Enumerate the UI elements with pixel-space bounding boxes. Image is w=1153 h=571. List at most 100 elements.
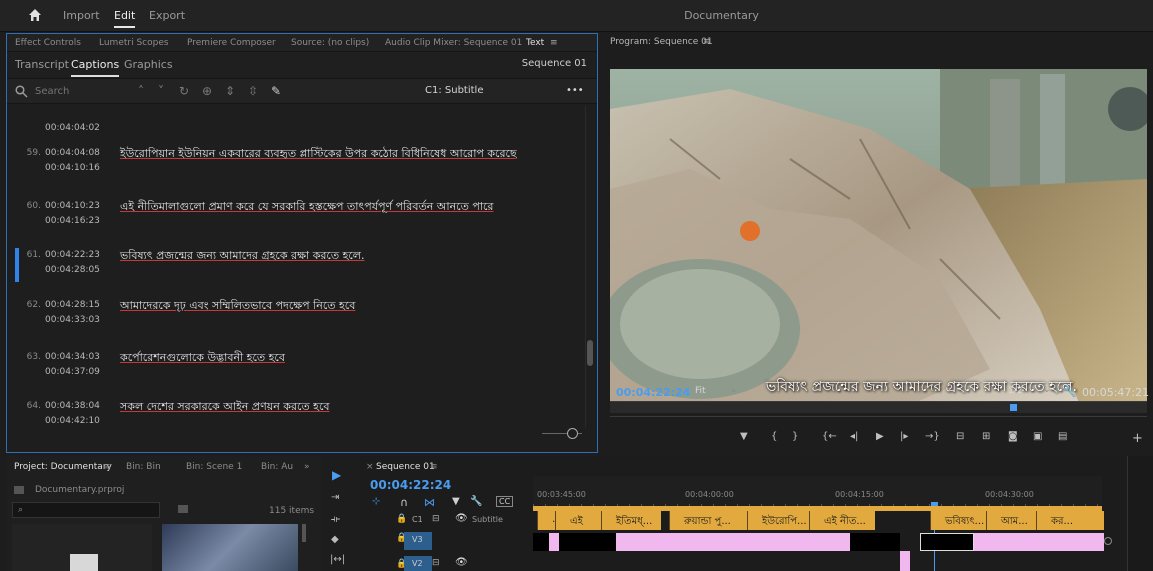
add-button-icon[interactable]: + [1132,431,1143,446]
tab-text[interactable]: Text [526,38,544,48]
caption-row-62[interactable]: 62. 00:04:28:15 00:04:33:03 আমাদেরকে দৃঢ… [7,294,585,338]
snap-icon[interactable]: ⊹ [372,496,380,507]
add-caption-icon[interactable]: ⊕ [200,84,214,98]
new-bin-icon[interactable] [178,505,188,513]
caption-text[interactable]: ইউরোপিয়ান ইউনিয়ন একবারের ব্যবহৃত প্লাস… [120,145,517,164]
magnet-icon[interactable]: ∩ [400,496,408,509]
mark-out-icon[interactable]: } [792,431,798,442]
tab-audio-clip-mixer[interactable]: Audio Clip Mixer: Sequence 01 [385,38,522,48]
caption-row-64[interactable]: 64. 00:04:38:04 00:04:42:10 সকল দেশের সর… [7,395,585,428]
caption-clip[interactable]: ইতিমধ্... [601,511,661,530]
caption-clip[interactable]: এই নীত... [809,511,875,530]
mark-in-icon[interactable]: { [771,431,777,442]
tab-bin-au[interactable]: Bin: Au [261,462,293,472]
timeline-timecode[interactable]: 00:04:22:24 [370,478,451,492]
step-forward-icon[interactable]: |▸ [900,431,908,442]
timeline-ruler[interactable]: 00:03:45:00 00:04:00:00 00:04:15:00 00:0… [533,476,1102,510]
lock-icon[interactable]: 🔒 [396,514,407,524]
lift-icon[interactable]: ⊟ [956,431,964,442]
video-clip-v2[interactable] [900,551,910,571]
captions-scroll-track[interactable] [585,106,595,428]
tab-lumetri-scopes[interactable]: Lumetri Scopes [99,38,169,48]
go-to-in-icon[interactable]: {← [822,431,837,442]
panel-menu-icon[interactable]: ≡ [703,37,711,47]
razor-tool-icon[interactable]: ◆ [331,534,339,545]
tab-project[interactable]: Project: Documentary [14,462,112,472]
add-marker-icon[interactable]: ▼ [740,431,748,442]
tab-premiere-composer[interactable]: Premiere Composer [187,38,276,48]
track-v3-target[interactable]: V3 [404,532,432,550]
captions-icon[interactable]: CC [496,496,514,507]
camera-icon[interactable]: ◙ [1008,431,1018,442]
video-clip[interactable] [850,533,900,551]
merge-captions-icon[interactable]: ⇳ [246,84,260,98]
caption-clip[interactable]: ইউরোপি... [747,511,809,530]
program-scrub-bar[interactable] [610,401,1147,413]
tab-captions[interactable]: Captions [71,58,120,77]
timeline-zoom-handle[interactable] [1104,537,1112,545]
tab-effect-controls[interactable]: Effect Controls [15,38,81,48]
chevron-down-icon[interactable]: ⌄ [1043,385,1051,395]
caption-row-61-selected[interactable]: 61. 00:04:22:23 00:04:28:05 ভবিষ্যৎ প্রজ… [7,244,585,288]
panel-menu-icon[interactable]: ≡ [103,462,111,472]
chevron-down-icon[interactable]: ˅ [154,84,168,98]
video-clip[interactable] [616,533,850,551]
caption-clip[interactable]: আম... [986,511,1036,530]
caption-clip-selected[interactable]: ভবিষ্যৎ... [930,511,986,530]
program-playhead[interactable] [1010,404,1017,411]
captions-scrollbar-thumb[interactable] [587,340,593,366]
resolution-dropdown[interactable]: 1/2 [1008,386,1022,396]
pencil-icon[interactable]: ✎ [269,84,283,98]
extract-icon[interactable]: ⊞ [982,431,990,442]
tab-transcript[interactable]: Transcript [15,58,69,71]
track-v2-target[interactable]: V2 [404,556,432,571]
caption-row-60[interactable]: 60. 00:04:10:23 00:04:16:23 এই নীতিমালাগ… [7,195,585,239]
go-to-out-icon[interactable]: →} [925,431,940,442]
step-back-icon[interactable]: ◂| [850,431,858,442]
tab-graphics[interactable]: Graphics [124,58,173,71]
caption-row-63[interactable]: 63. 00:04:34:03 00:04:37:09 কর্পোরেশনগুল… [7,346,585,390]
panel-menu-icon[interactable]: ≡ [430,462,438,472]
caption-text[interactable]: সকল দেশের সরকারকে আইন প্রণয়ন করতে হবে [120,398,330,417]
more-tabs-icon[interactable]: » [304,462,310,472]
zoom-slider-knob[interactable] [567,428,578,439]
caption-text[interactable]: কর্পোরেশনগুলোকে উদ্ভাবনী হতে হবে [120,349,285,368]
slip-tool-icon[interactable]: |↔| [330,554,345,565]
button-editor-icon[interactable]: ▣ [1033,431,1042,442]
chevron-up-icon[interactable]: ˄ [134,84,148,98]
project-search-input[interactable] [12,502,160,518]
eye-icon[interactable]: 👁 [455,557,468,568]
tab-source[interactable]: Source: (no clips) [291,38,369,48]
wrench-icon[interactable]: 🔧 [470,496,482,507]
split-caption-icon[interactable]: ⇕ [223,84,237,98]
wrench-icon[interactable]: 🔧 [1063,385,1077,398]
tab-bin-scene[interactable]: Bin: Scene 1 [186,462,242,472]
caption-search-input[interactable] [35,83,115,100]
caption-clip[interactable]: … [537,511,555,530]
video-clip[interactable] [533,533,549,551]
video-frame[interactable]: ভবিষ্যৎ প্রজন্মের জন্য আমাদের গ্রহকে রক্… [610,69,1147,405]
close-icon[interactable]: × [366,462,374,472]
track-select-tool-icon[interactable]: ⇥ [331,492,339,503]
caption-text[interactable]: এই নীতিমালাগুলো প্রমাণ করে যে সরকারি হস্… [120,198,493,217]
linked-selection-icon[interactable]: ⋈ [424,496,435,509]
caption-text[interactable]: আমাদেরকে দৃঢ় এবং সম্মিলিতভাবে পদক্ষেপ ন… [120,297,355,316]
safe-margins-icon[interactable]: ▤ [1058,431,1067,442]
fit-dropdown[interactable]: Fit [695,386,706,396]
add-marker-icon[interactable]: ▼ [452,496,460,507]
program-timecode[interactable]: 00:04:22:24 [616,386,690,399]
sync-lock-icon[interactable]: ⊟ [432,558,440,568]
caption-clip[interactable]: রুয়ান্ডা পু... [669,511,747,530]
caption-row-partial[interactable]: 00:04:04:02 [7,106,585,146]
clip-thumbnail[interactable] [162,524,298,571]
video-clip[interactable] [549,533,559,551]
play-icon[interactable]: ▶ [876,431,884,442]
panel-menu-icon[interactable]: ≡ [550,38,558,48]
more-options-icon[interactable]: ••• [566,85,584,96]
tab-sequence[interactable]: Sequence 01 [376,462,435,472]
caption-clip[interactable]: এই [555,511,601,530]
video-clip[interactable] [920,533,974,551]
caption-clip[interactable]: কর... [1036,511,1104,530]
eye-icon[interactable]: 👁 [455,513,468,524]
chevron-down-icon[interactable]: ⌄ [730,385,738,395]
